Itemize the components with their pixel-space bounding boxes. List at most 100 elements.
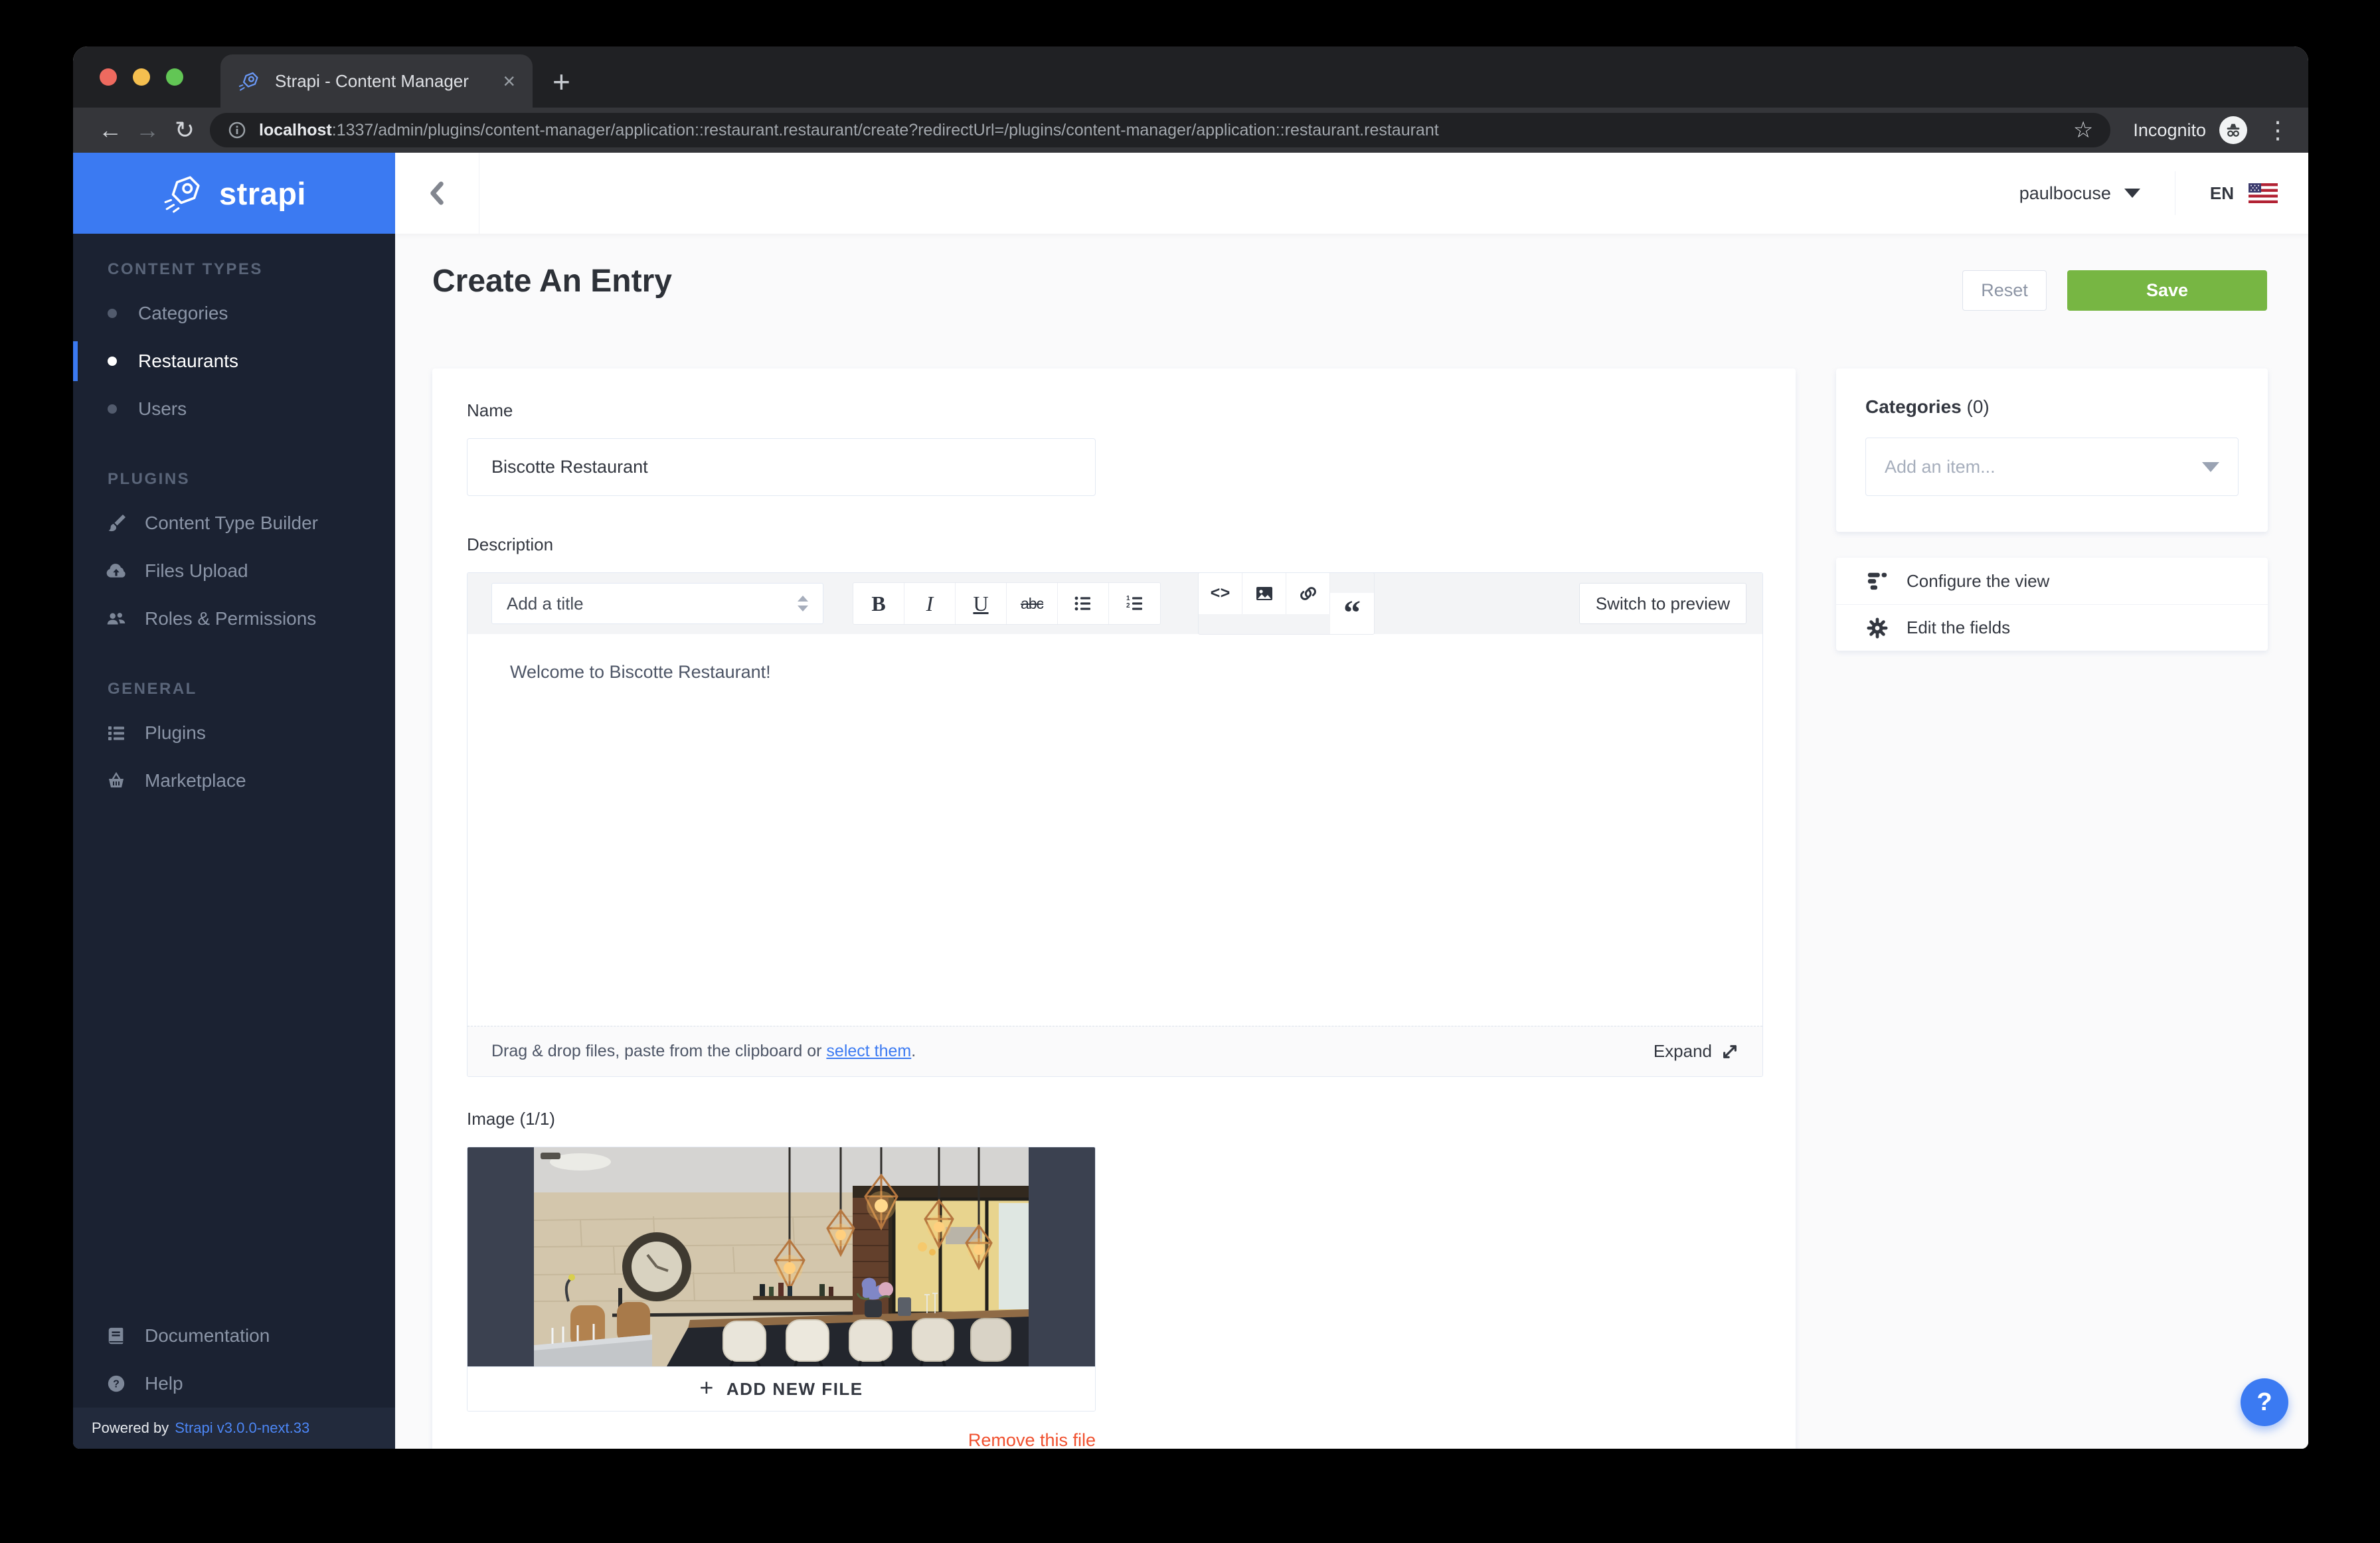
sidebar-item-help[interactable]: ? Help [73, 1360, 395, 1408]
link-button[interactable] [1286, 573, 1330, 614]
window-controls [73, 46, 210, 108]
dragdrop-text: Drag & drop files, paste from the clipbo… [491, 1042, 916, 1061]
select-carets-icon [798, 596, 808, 611]
chevron-down-icon[interactable] [2124, 189, 2140, 198]
bullet-icon [108, 404, 117, 414]
browser-menu-icon[interactable]: ⋮ [2266, 118, 2290, 142]
chevron-left-icon [428, 178, 446, 208]
image-icon [1254, 584, 1274, 604]
svg-text:?: ? [113, 1379, 120, 1390]
url-bar[interactable]: localhost:1337/admin/plugins/content-man… [210, 113, 2110, 147]
brush-icon [104, 513, 129, 534]
users-icon [104, 608, 129, 630]
quote-button[interactable]: “ [1330, 593, 1374, 634]
header-right: paulbocuse EN [2019, 171, 2308, 215]
editor-footer: Drag & drop files, paste from the clipbo… [468, 1026, 1762, 1076]
sidebar-item-content-type-builder[interactable]: Content Type Builder [73, 499, 395, 547]
browser-tab[interactable]: Strapi - Content Manager × [220, 54, 533, 108]
page-title: Create An Entry [432, 263, 672, 299]
save-button[interactable]: Save [2067, 270, 2267, 311]
italic-button[interactable]: I [904, 583, 956, 624]
sliders-icon [1865, 570, 1889, 592]
add-new-file-button[interactable]: + ADD NEW FILE [468, 1366, 1095, 1411]
configure-view-link[interactable]: Configure the view [1836, 558, 2268, 604]
section-label-content-types: CONTENT TYPES [108, 260, 395, 279]
help-button[interactable]: ? [2241, 1378, 2288, 1426]
info-icon [227, 120, 247, 140]
close-tab-icon[interactable]: × [503, 70, 515, 92]
cloud-upload-icon [104, 560, 129, 582]
name-input[interactable] [467, 438, 1096, 496]
sidebar-item-roles-permissions[interactable]: Roles & Permissions [73, 595, 395, 643]
forward-button[interactable]: → [129, 118, 166, 142]
description-editor: Add a title B I U abc [467, 572, 1763, 1077]
reload-button[interactable]: ↻ [166, 118, 203, 142]
sidebar-item-restaurants[interactable]: Restaurants [73, 337, 395, 385]
back-chevron-button[interactable] [395, 153, 479, 234]
back-button[interactable]: ← [92, 118, 129, 142]
image-label: Image (1/1) [467, 1109, 1761, 1129]
bullet-icon [108, 309, 117, 318]
categories-select[interactable] [1865, 438, 2239, 496]
bullet-list-icon [1073, 594, 1093, 613]
strapi-version-link[interactable]: Strapi v3.0.0-next.33 [175, 1420, 309, 1437]
url-host: localhost [259, 121, 332, 139]
strikethrough-button[interactable]: abc [1007, 583, 1058, 624]
url-path: :1337/admin/plugins/content-manager/appl… [332, 121, 1439, 139]
bookmark-star-icon[interactable]: ☆ [2073, 119, 2093, 141]
categories-input[interactable] [1885, 457, 2191, 477]
rocket-icon [162, 173, 203, 214]
powered-by: Powered by Strapi v3.0.0-next.33 [73, 1408, 395, 1449]
close-window-button[interactable] [100, 68, 117, 86]
browser-window: Strapi - Content Manager × + ← → ↻ local… [73, 46, 2308, 1449]
sidebar-item-plugins[interactable]: Plugins [73, 709, 395, 757]
expand-button[interactable]: Expand [1654, 1041, 1739, 1062]
user-menu[interactable]: paulbocuse [2019, 183, 2111, 204]
select-them-link[interactable]: select them [826, 1042, 911, 1060]
help-circle-icon: ? [104, 1374, 129, 1394]
title-style-select[interactable]: Add a title [491, 583, 823, 624]
browser-toolbar: ← → ↻ localhost:1337/admin/plugins/conte… [73, 108, 2308, 153]
sidebar-footer: Documentation ? Help [73, 1312, 395, 1408]
section-label-general: GENERAL [108, 680, 395, 698]
sidebar-item-files-upload[interactable]: Files Upload [73, 547, 395, 595]
expand-icon [1721, 1043, 1739, 1060]
switch-to-preview-button[interactable]: Switch to preview [1579, 583, 1746, 624]
tab-title: Strapi - Content Manager [275, 71, 488, 92]
sidebar-item-users[interactable]: Users [73, 385, 395, 433]
locale-label[interactable]: EN [2210, 183, 2234, 204]
desktop-background: Strapi - Content Manager × + ← → ↻ local… [0, 0, 2380, 1543]
strapi-logo[interactable]: strapi [73, 153, 395, 234]
code-button[interactable]: <> [1199, 573, 1242, 614]
content-area: Create An Entry Reset Save Name Descript… [395, 234, 2308, 1449]
description-textarea[interactable]: Welcome to Biscotte Restaurant! [468, 634, 1762, 1026]
new-tab-button[interactable]: + [552, 66, 570, 97]
edit-fields-link[interactable]: Edit the fields [1836, 604, 2268, 651]
zoom-window-button[interactable] [166, 68, 183, 86]
link-icon [1298, 584, 1318, 604]
reset-button[interactable]: Reset [1962, 270, 2047, 311]
image-button[interactable] [1242, 573, 1286, 614]
incognito-icon[interactable] [2219, 116, 2247, 144]
sidebar-item-categories[interactable]: Categories [73, 289, 395, 337]
chevron-down-icon [2202, 462, 2219, 472]
gear-icon [1865, 617, 1889, 639]
basket-icon [104, 770, 129, 791]
bullet-icon [108, 357, 117, 366]
format-button-group: B I U abc [853, 582, 1161, 625]
categories-title: Categories (0) [1865, 368, 2239, 418]
restaurant-photo[interactable] [468, 1147, 1095, 1366]
sidebar-item-documentation[interactable]: Documentation [73, 1312, 395, 1360]
name-label: Name [467, 368, 1761, 421]
underline-button[interactable]: U [956, 583, 1007, 624]
bullet-list-button[interactable] [1058, 583, 1109, 624]
sidebar: strapi CONTENT TYPES Categories Restaura… [73, 153, 395, 1449]
app-main-area: paulbocuse EN Create An Entry [395, 153, 2308, 1449]
url-text: localhost:1337/admin/plugins/content-man… [259, 121, 2061, 140]
us-flag-icon[interactable] [2249, 183, 2278, 203]
minimize-window-button[interactable] [133, 68, 150, 86]
remove-file-link[interactable]: Remove this file [467, 1430, 1096, 1449]
bold-button[interactable]: B [853, 583, 904, 624]
sidebar-item-marketplace[interactable]: Marketplace [73, 757, 395, 805]
ordered-list-button[interactable]: 1 2 [1109, 583, 1160, 624]
